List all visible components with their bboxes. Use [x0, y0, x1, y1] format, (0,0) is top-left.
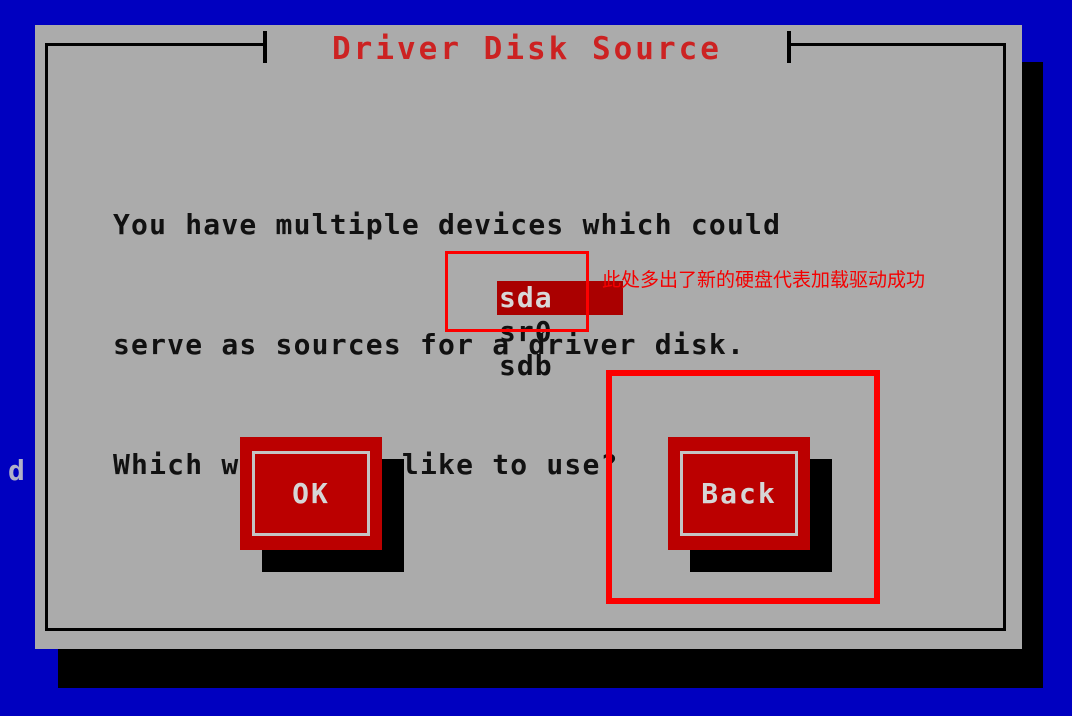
- ok-button-label: OK: [292, 476, 330, 510]
- dialog-title: Driver Disk Source: [332, 31, 722, 67]
- stray-console-glyph: d: [8, 454, 25, 487]
- device-list-item-sdb[interactable]: sdb: [497, 349, 623, 383]
- annotation-box-device-list: [445, 251, 589, 332]
- screen: d Driver Disk Source You have multiple d…: [0, 0, 1072, 716]
- annotation-note-text: 此处多出了新的硬盘代表加载驱动成功: [602, 269, 926, 291]
- annotation-box-back-button: [606, 370, 880, 604]
- ok-button-face[interactable]: OK: [240, 437, 382, 550]
- message-line-1: You have multiple devices which could: [113, 208, 782, 241]
- ok-button[interactable]: OK: [240, 437, 404, 572]
